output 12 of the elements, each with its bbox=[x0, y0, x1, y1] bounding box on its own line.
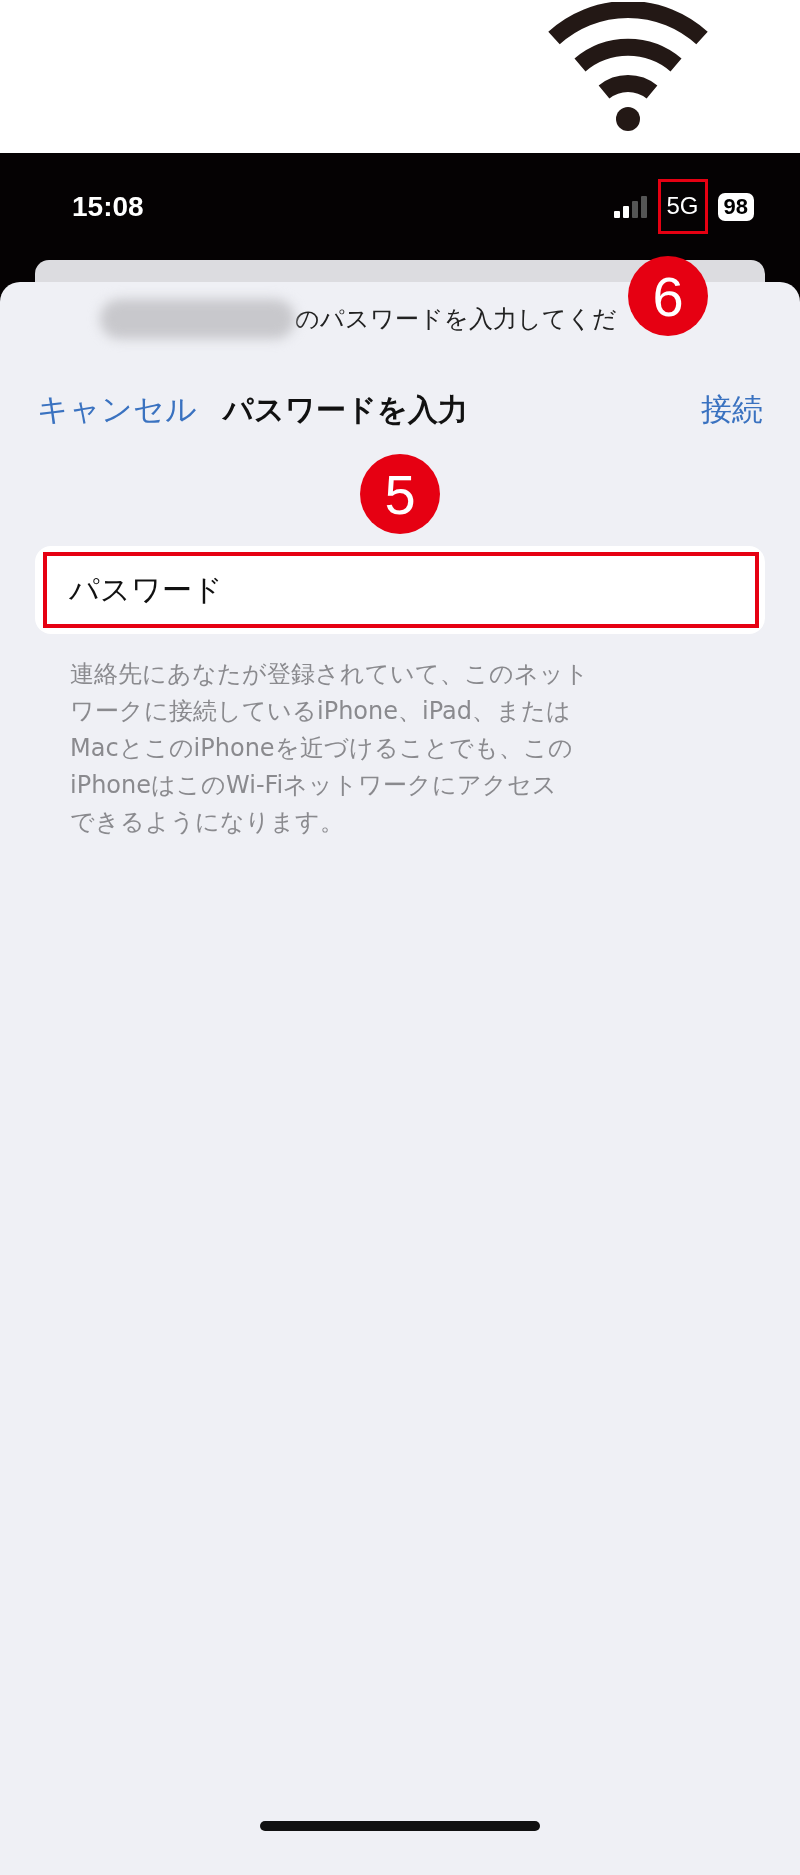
password-field[interactable]: パスワード bbox=[43, 552, 759, 628]
battery-level: 98 bbox=[717, 192, 754, 221]
description-text: 連絡先にあなたが登録されていて、このネット ワークに接続しているiPhone、iPad、または MacとこのiPhoneを近づけることでも、この iPhoneはこのWi-Fiネットワークにアクセス できるようになります。 bbox=[70, 659, 590, 838]
cancel-button[interactable]: キャンセル bbox=[37, 389, 197, 431]
network-type: 5G bbox=[657, 179, 708, 234]
connect-button[interactable]: 接続 bbox=[701, 389, 763, 431]
step-badge: 5 bbox=[360, 454, 440, 534]
wifi-icon bbox=[548, 2, 708, 132]
signal-icon bbox=[613, 195, 648, 218]
prompt-text: のパスワードを入力してくだ bbox=[295, 304, 617, 335]
sheet-title: パスワードを入力 bbox=[223, 390, 468, 429]
status-time: 15:08 bbox=[72, 190, 144, 223]
